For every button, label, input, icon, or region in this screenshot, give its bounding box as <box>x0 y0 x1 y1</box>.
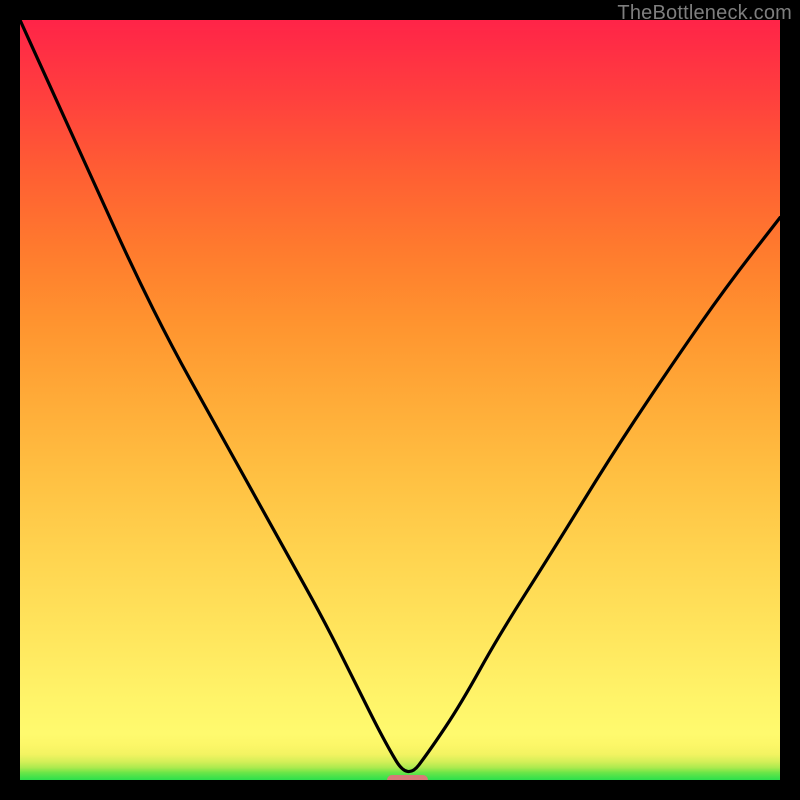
chart-frame: TheBottleneck.com <box>0 0 800 800</box>
watermark-text: TheBottleneck.com <box>617 2 792 25</box>
plot-area <box>20 20 780 780</box>
trough-marker <box>387 775 429 780</box>
bottleneck-curve <box>20 20 780 780</box>
